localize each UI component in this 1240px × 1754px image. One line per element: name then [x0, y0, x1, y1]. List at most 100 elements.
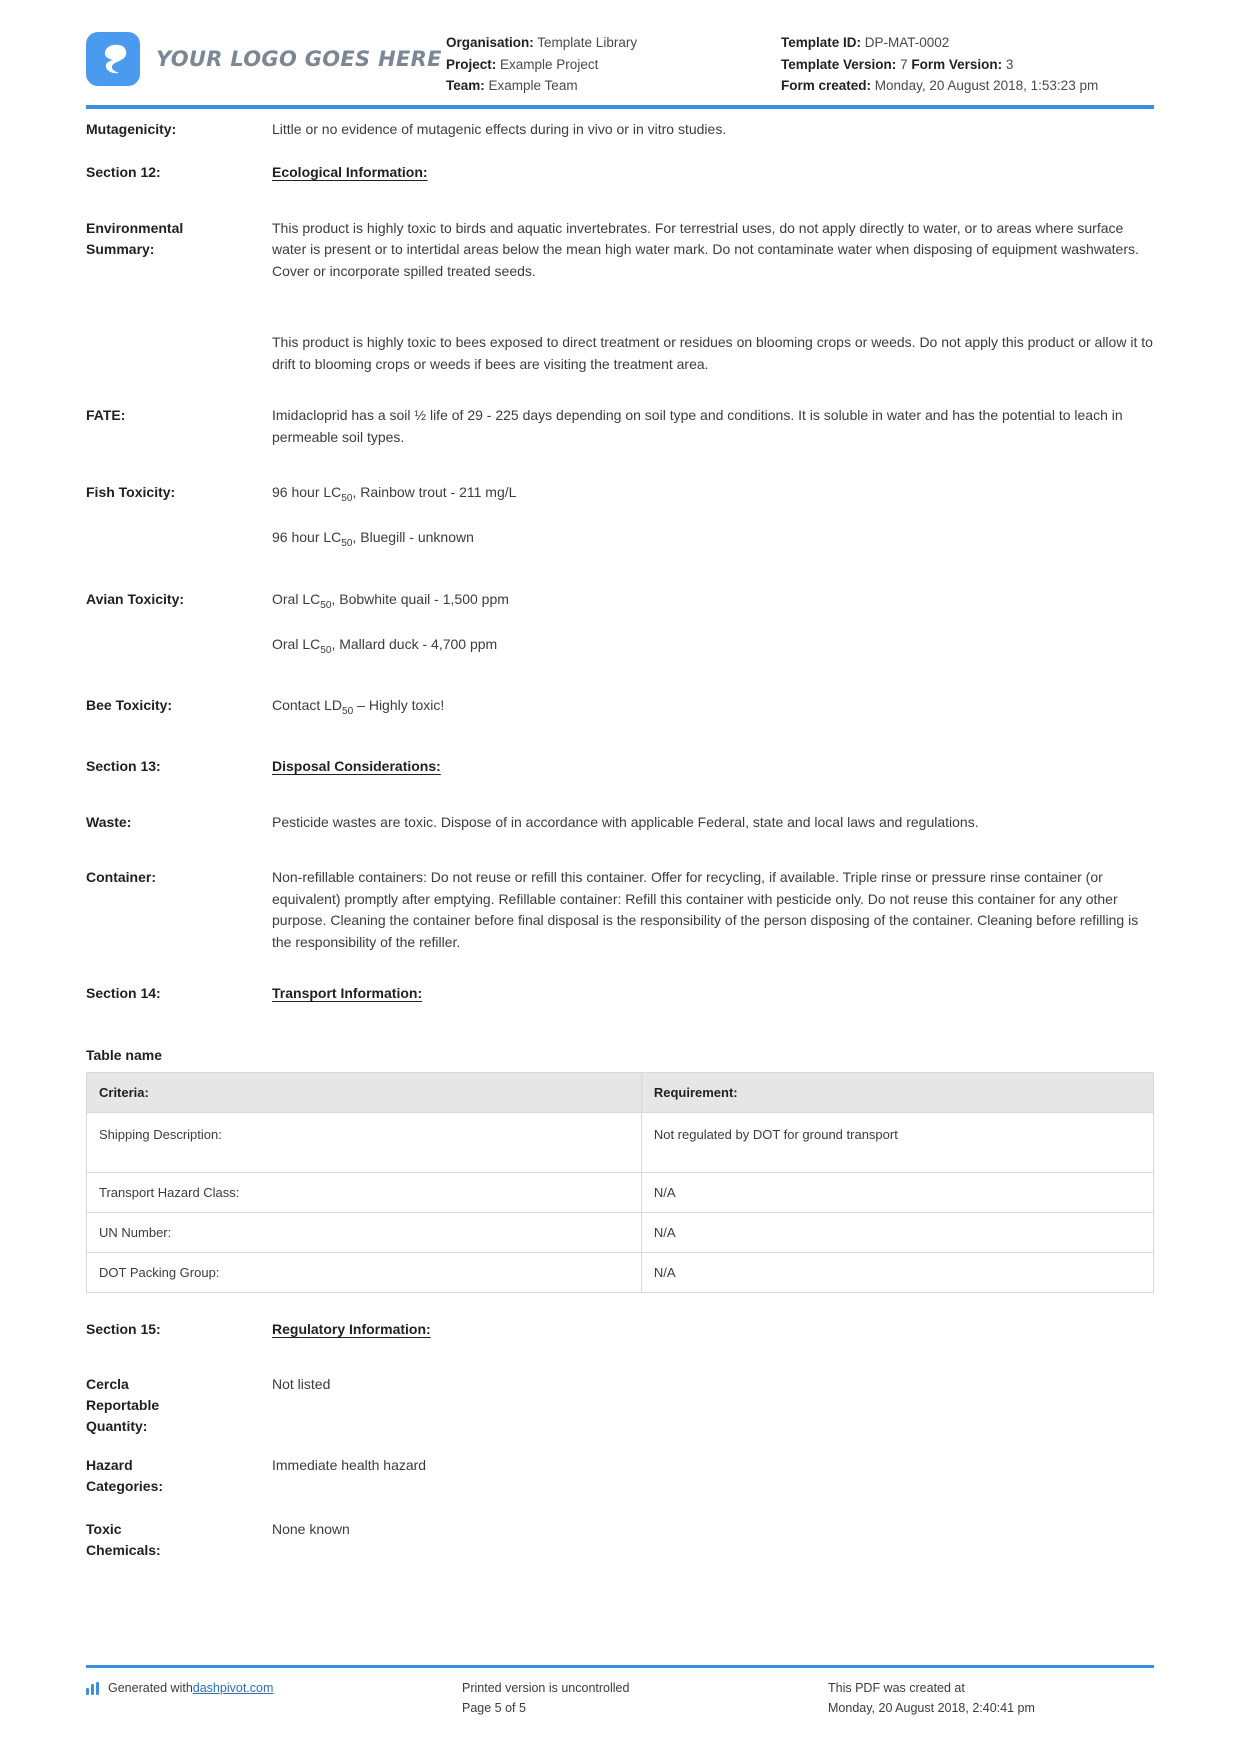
table-row: Transport Hazard Class: N/A [86, 1171, 1155, 1213]
form-created-value: Monday, 20 August 2018, 1:53:23 pm [874, 78, 1099, 93]
document-page: YOUR LOGO GOES HERE Organisation: Templa… [0, 0, 1240, 1754]
header-meta-right: Template ID: DP-MAT-0002 Template Versio… [781, 22, 1154, 97]
container-label: Container: [86, 869, 156, 886]
section-12-heading: Ecological Information: [272, 162, 1154, 184]
fish-toxicity-label: Fish Toxicity: [86, 484, 176, 500]
fish-line1-post: , Rainbow trout - 211 mg/L [352, 484, 517, 500]
row-environmental-summary: Environmental Summary: This product is hi… [86, 218, 1154, 376]
toxic-chemicals-value: None known [272, 1521, 350, 1538]
page-number-line: Page 5 of 5 [462, 1701, 526, 1715]
avian-line1-pre: Oral LC [272, 590, 321, 607]
avian-line1-sub: 50 [320, 599, 332, 611]
section-15-label: Section 15: [86, 1320, 161, 1337]
team-value: Example Team [488, 78, 578, 93]
document-header: YOUR LOGO GOES HERE Organisation: Templa… [0, 0, 1240, 97]
avian-toxicity-label: Avian Toxicity: [86, 590, 185, 607]
fish-line2-pre: 96 hour LC [272, 529, 342, 546]
document-body: Mutagenicity: Little or no evidence of m… [0, 109, 1240, 1562]
pdf-created-timestamp: Monday, 20 August 2018, 2:40:41 pm [828, 1701, 1035, 1715]
row-cercla: Cercla Reportable Quantity: Not listed [86, 1374, 1154, 1437]
section-15-heading-text: Regulatory Information: [272, 1320, 431, 1337]
row-section-14: Section 14: Transport Information: [86, 983, 1154, 1005]
section-14-heading: Transport Information: [272, 983, 1154, 1005]
version-line: Template Version: 7 Form Version: 3 [781, 54, 1154, 76]
section-14-heading-text: Transport Information: [272, 985, 423, 1002]
fish-toxicity-line-1: 96 hour LC50, Rainbow trout - 211 mg/L [272, 482, 1154, 509]
template-id-line: Template ID: DP-MAT-0002 [781, 32, 1154, 54]
fish-line2-sub: 50 [341, 538, 353, 550]
hazard-categories-value: Immediate health hazard [272, 1457, 427, 1474]
environmental-paragraph-1: This product is highly toxic to birds an… [272, 219, 1139, 279]
toxic-chemicals-label: Toxic Chemicals: [86, 1521, 161, 1559]
organisation-value: Template Library [537, 35, 638, 50]
table-row: UN Number: N/A [86, 1211, 1155, 1253]
dashpivot-logo-icon [86, 1681, 101, 1695]
team-line: Team: Example Team [446, 75, 781, 97]
form-created-label: Form created: [781, 78, 872, 93]
footer-divider [86, 1665, 1154, 1668]
row-section-13: Section 13: Disposal Considerations: [86, 756, 1154, 778]
cercla-value: Not listed [272, 1376, 331, 1393]
table-cell-requirement: Not regulated by DOT for ground transpor… [640, 1111, 1155, 1173]
bee-line-sub: 50 [342, 705, 354, 717]
avian-line1-post: , Bobwhite quail - 1,500 ppm [331, 590, 509, 607]
table-cell-requirement: N/A [640, 1211, 1155, 1253]
avian-toxicity-value: Oral LC50, Bobwhite quail - 1,500 ppm Or… [272, 589, 1154, 662]
waste-value: Pesticide wastes are toxic. Dispose of i… [272, 813, 979, 830]
avian-line2-pre: Oral LC [272, 635, 321, 652]
row-bee-toxicity: Bee Toxicity: Contact LD50 – Highly toxi… [86, 695, 1154, 722]
fish-line1-pre: 96 hour LC [272, 484, 342, 500]
cercla-label: Cercla Reportable Quantity: [86, 1376, 160, 1435]
row-container: Container: Non-refillable containers: Do… [86, 867, 1154, 953]
mutagenicity-label: Mutagenicity: [86, 120, 177, 137]
table-header-criteria: Criteria: [86, 1071, 642, 1113]
row-avian-toxicity: Avian Toxicity: Oral LC50, Bobwhite quai… [86, 589, 1154, 662]
dashpivot-link[interactable]: dashpivot.com [193, 1678, 274, 1698]
template-id-label: Template ID: [781, 35, 862, 50]
section-14-label: Section 14: [86, 985, 161, 1002]
logo-block: YOUR LOGO GOES HERE [86, 22, 446, 86]
header-meta-left: Organisation: Template Library Project: … [446, 22, 781, 97]
row-hazard-categories: Hazard Categories: Immediate health hazar… [86, 1455, 1154, 1497]
form-created-line: Form created: Monday, 20 August 2018, 1:… [781, 75, 1154, 97]
hazard-categories-label: Hazard Categories: [86, 1457, 164, 1495]
row-fish-toxicity: Fish Toxicity: 96 hour LC50, Rainbow tro… [86, 482, 1154, 555]
project-label: Project: [446, 56, 497, 72]
table-cell-requirement: N/A [640, 1171, 1155, 1213]
fish-toxicity-value: 96 hour LC50, Rainbow trout - 211 mg/L 9… [272, 482, 1154, 555]
table-cell-criteria: DOT Packing Group: [86, 1251, 642, 1293]
pdf-created-label: This PDF was created at [828, 1681, 965, 1695]
bee-line-post: – Highly toxic! [353, 697, 445, 714]
container-value: Non-refillable containers: Do not reuse … [272, 869, 1139, 950]
template-version-value: 7 [900, 56, 908, 72]
section-12-label: Section 12: [86, 164, 161, 180]
generated-with-text: Generated with [108, 1681, 193, 1695]
fate-value: Imidacloprid has a soil ½ life of 29 - 2… [272, 407, 1123, 445]
environmental-paragraph-2: This product is highly toxic to bees exp… [272, 334, 1153, 372]
template-id-value: DP-MAT-0002 [864, 35, 950, 50]
project-line: Project: Example Project [446, 54, 781, 76]
avian-toxicity-line-2: Oral LC50, Mallard duck - 4,700 ppm [272, 634, 1154, 661]
fate-label: FATE: [86, 407, 126, 423]
row-section-15: Section 15: Regulatory Information: [86, 1319, 1154, 1341]
row-toxic-chemicals: Toxic Chemicals: None known [86, 1519, 1154, 1561]
mutagenicity-value: Little or no evidence of mutagenic effec… [272, 120, 727, 137]
logo-text: YOUR LOGO GOES HERE [156, 47, 442, 71]
section-15-heading: Regulatory Information: [272, 1319, 1154, 1341]
printed-version-line: Printed version is uncontrolled [462, 1681, 630, 1695]
avian-toxicity-line-1: Oral LC50, Bobwhite quail - 1,500 ppm [272, 589, 1154, 616]
table-header-row: Criteria: Requirement: [86, 1071, 1155, 1113]
footer-created-at: This PDF was created at Monday, 20 Augus… [788, 1678, 1154, 1718]
avian-line2-sub: 50 [320, 644, 332, 656]
row-section-12: Section 12: Ecological Information: [86, 162, 1154, 184]
environmental-summary-label: Environmental Summary: [86, 219, 184, 257]
fish-toxicity-line-2: 96 hour LC50, Bluegill - unknown [272, 527, 1154, 554]
section-13-heading-text: Disposal Considerations: [272, 758, 441, 775]
footer-print-status: Printed version is uncontrolled Page 5 o… [412, 1678, 788, 1718]
document-footer: Generated with dashpivot.com Printed ver… [86, 1665, 1154, 1718]
bee-toxicity-value: Contact LD50 – Highly toxic! [272, 695, 1154, 722]
bee-line-pre: Contact LD [272, 697, 343, 714]
template-version-label: Template Version: [781, 56, 897, 72]
table-cell-criteria: Shipping Description: [86, 1111, 642, 1173]
bee-toxicity-label: Bee Toxicity: [86, 697, 173, 714]
